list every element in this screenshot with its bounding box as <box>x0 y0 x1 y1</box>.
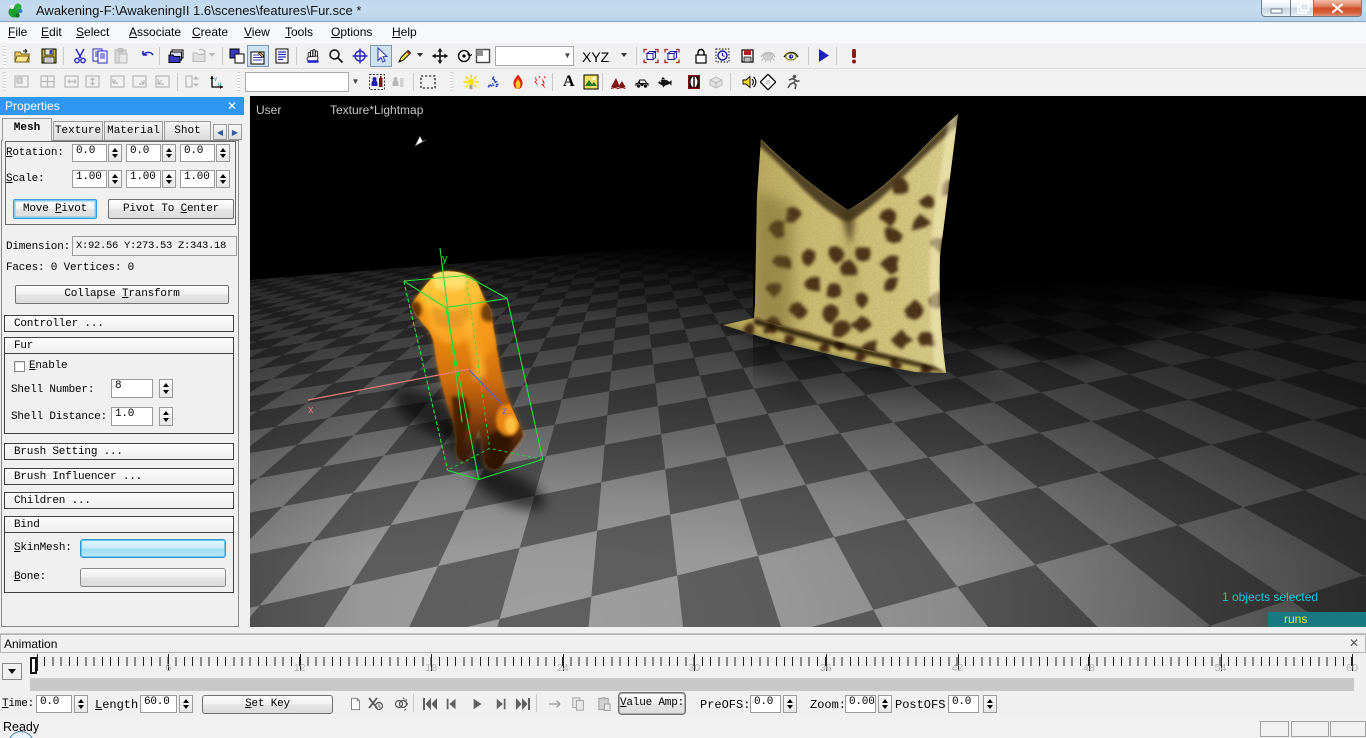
svg-text:x: x <box>308 404 314 416</box>
svg-text:u: u <box>218 80 222 88</box>
svg-text:y: y <box>442 253 448 265</box>
svg-text:z: z <box>502 406 507 417</box>
